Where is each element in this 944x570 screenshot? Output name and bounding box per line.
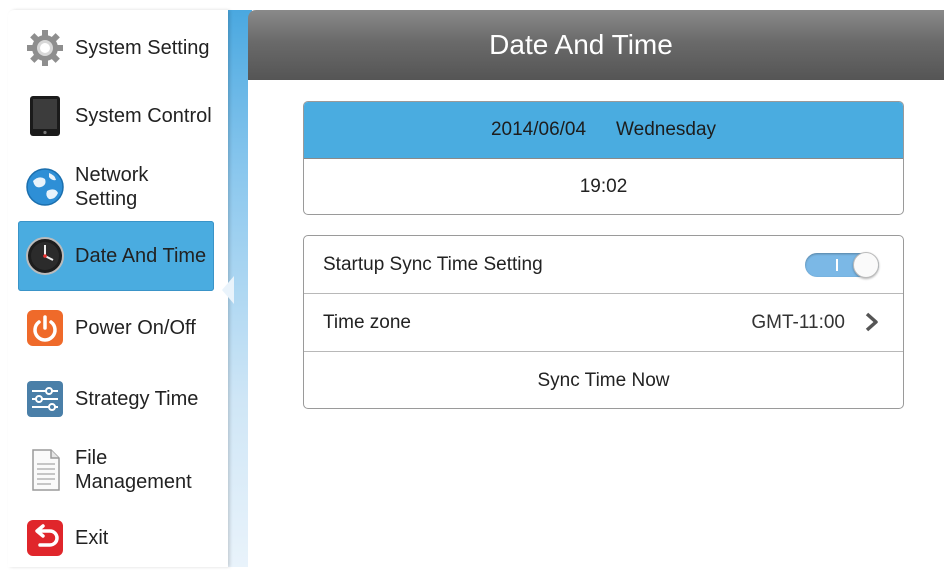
sidebar-item-date-and-time[interactable]: Date And Time [18, 221, 214, 291]
sidebar-item-network-setting[interactable]: Network Setting [18, 152, 214, 222]
sidebar-item-system-control[interactable]: System Control [18, 81, 214, 151]
date-value: 2014/06/04 [490, 119, 587, 140]
globe-icon [24, 166, 66, 208]
sidebar-item-strategy-time[interactable]: Strategy Time [18, 364, 214, 434]
startup-sync-label: Startup Sync Time Setting [323, 253, 543, 275]
sidebar-item-label: System Setting [75, 37, 210, 59]
toggle-knob [853, 252, 879, 278]
active-item-pointer [222, 276, 234, 304]
sync-time-now-label: Sync Time Now [537, 369, 670, 391]
startup-sync-toggle[interactable] [805, 252, 879, 278]
sliders-icon [24, 378, 66, 420]
page-header: Date And Time [248, 10, 944, 80]
sync-settings-card: Startup Sync Time Setting Time zone GMT-… [303, 235, 904, 409]
sidebar-item-label: Strategy Time [75, 388, 199, 410]
sidebar-item-label-line2: Management [75, 471, 192, 493]
main-content: 2014/06/04 Wednesday 19:02 Startup Sync … [248, 80, 944, 567]
sidebar-item-system-setting[interactable]: System Setting [18, 13, 214, 83]
time-value: 19:02 [579, 175, 628, 197]
power-icon [24, 307, 66, 349]
sidebar: System Setting System Control Network Se… [8, 10, 228, 567]
sidebar-item-file-management[interactable]: File Management [18, 435, 214, 505]
sync-time-now-button[interactable]: Sync Time Now [304, 352, 903, 408]
sidebar-item-label: Power On/Off [75, 317, 196, 339]
sidebar-item-label: File Management [75, 446, 192, 494]
gear-icon [24, 27, 66, 69]
timezone-label: Time zone [323, 311, 411, 333]
sidebar-item-exit[interactable]: Exit [18, 506, 214, 570]
clock-icon [24, 235, 66, 277]
sidebar-item-label: System Control [75, 105, 212, 127]
chevron-right-icon [865, 312, 878, 332]
sidebar-item-label: Date And Time [75, 245, 207, 267]
startup-sync-row[interactable]: Startup Sync Time Setting [304, 236, 903, 294]
date-time-card: 2014/06/04 Wednesday 19:02 [303, 101, 904, 215]
sidebar-item-power-on-off[interactable]: Power On/Off [18, 293, 214, 363]
toggle-on-indicator [836, 259, 838, 271]
exit-icon [24, 517, 66, 559]
document-icon [24, 449, 66, 491]
date-row[interactable]: 2014/06/04 Wednesday [304, 102, 903, 159]
sidebar-item-label: Exit [75, 527, 109, 549]
tablet-icon [24, 95, 66, 137]
timezone-row[interactable]: Time zone GMT-11:00 [304, 294, 903, 352]
timezone-value: GMT-11:00 [751, 311, 845, 333]
sidebar-item-label: Network Setting [75, 164, 149, 210]
page-title: Date And Time [489, 29, 673, 60]
weekday-value: Wednesday [616, 119, 717, 140]
time-row[interactable]: 19:02 [304, 159, 903, 214]
sidebar-item-label-line1: File [75, 447, 108, 469]
